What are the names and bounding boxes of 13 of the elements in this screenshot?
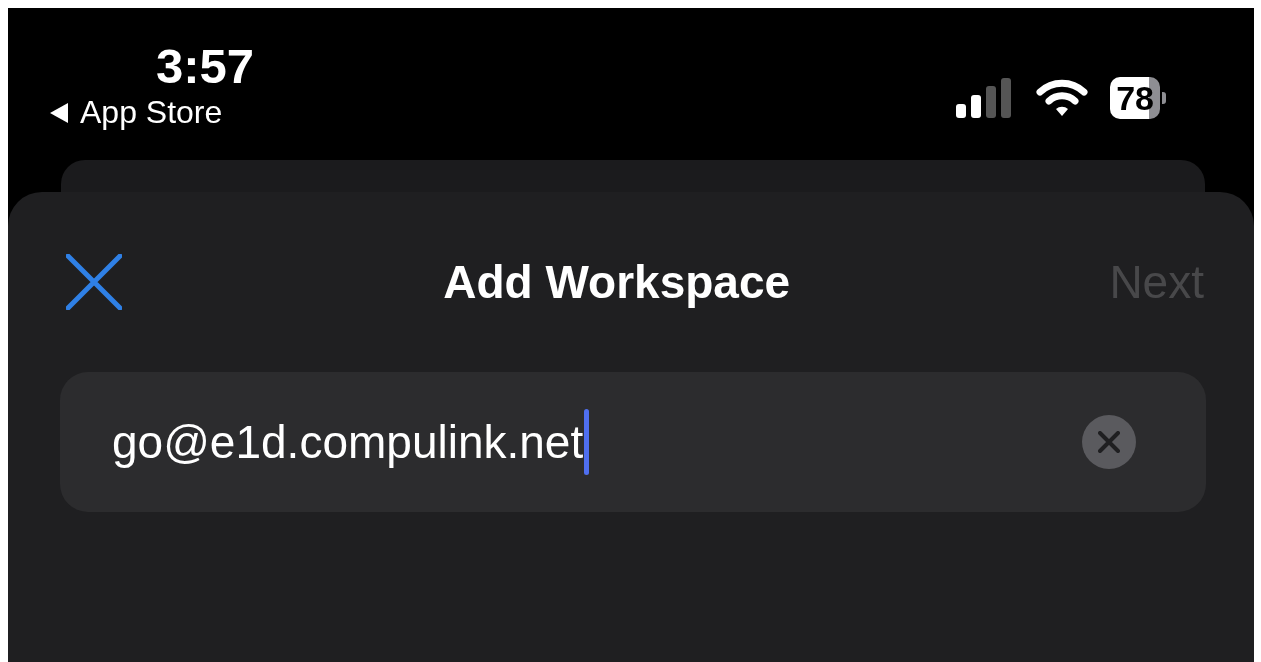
clear-button[interactable] xyxy=(1082,415,1136,469)
wifi-icon xyxy=(1036,78,1089,118)
back-link[interactable]: App Store xyxy=(48,94,223,131)
input-value: go@e1d.compulink.net xyxy=(112,415,584,469)
close-icon xyxy=(66,254,122,310)
close-button[interactable] xyxy=(64,252,124,312)
workspace-input-field[interactable]: go@e1d.compulink.net xyxy=(60,372,1206,512)
clear-x-icon xyxy=(1098,431,1120,453)
battery-indicator: 78 xyxy=(1110,77,1166,119)
status-time: 3:57 xyxy=(156,38,255,94)
back-triangle-icon xyxy=(48,101,70,124)
sheet-title: Add Workspace xyxy=(443,255,791,309)
text-caret xyxy=(584,409,590,475)
